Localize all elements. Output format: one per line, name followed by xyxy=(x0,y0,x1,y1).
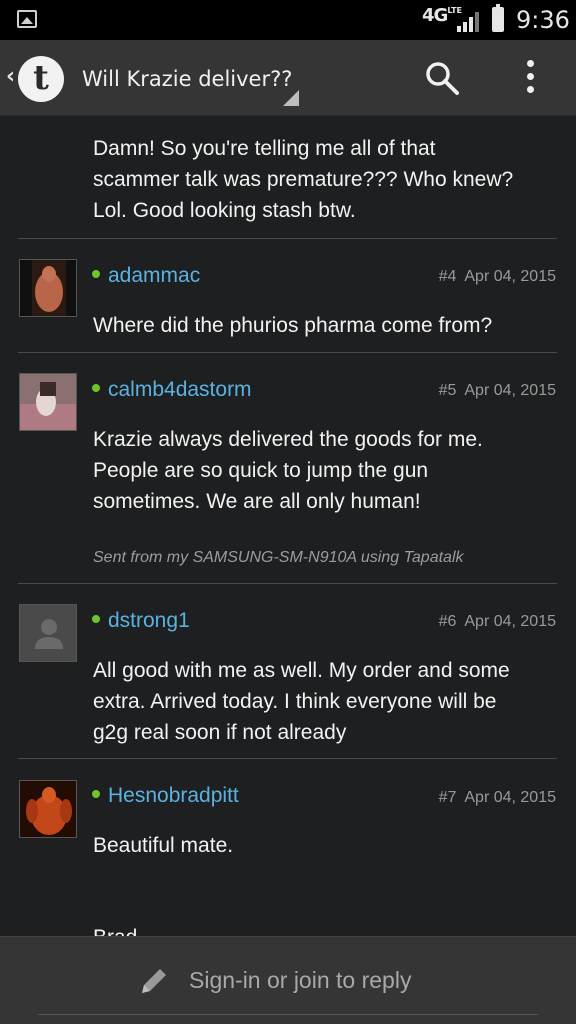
battery-icon xyxy=(492,4,504,32)
search-icon[interactable] xyxy=(424,60,460,96)
post-line: Beautiful mate. xyxy=(93,834,234,857)
post-line: Where did the phurios pharma come from? xyxy=(93,314,493,337)
post-author[interactable]: calmb4dastorm xyxy=(92,378,252,402)
post-author[interactable]: adammac xyxy=(92,264,200,288)
post-date: Apr 04, 2015 xyxy=(464,268,556,285)
post-line: Damn! So you're telling me all of that xyxy=(93,137,436,160)
post-number: #6 xyxy=(438,613,457,630)
avatar[interactable] xyxy=(19,780,77,838)
post-number: #5 xyxy=(438,382,457,399)
avatar[interactable] xyxy=(19,373,77,431)
author-name[interactable]: calmb4dastorm xyxy=(108,378,252,401)
post-divider xyxy=(18,583,557,584)
post-line: g2g real soon if not already xyxy=(93,721,347,744)
tapatalk-logo[interactable]: t xyxy=(18,56,64,102)
online-status-dot xyxy=(92,790,100,799)
avatar[interactable] xyxy=(19,259,77,317)
post-meta: #5 Apr 04, 2015 xyxy=(439,382,556,400)
post-meta: #6 Apr 04, 2015 xyxy=(439,613,556,631)
post-number: #7 xyxy=(438,789,457,806)
clock: 9:36 xyxy=(516,6,570,34)
signal-icon xyxy=(457,12,479,32)
post-author[interactable]: dstrong1 xyxy=(92,609,190,633)
post-body: Beautiful mate. xyxy=(93,830,233,861)
post-body: All good with me as well. My order and s… xyxy=(93,655,510,748)
post-date: Apr 04, 2015 xyxy=(464,789,556,806)
post-divider xyxy=(18,352,557,353)
post-date: Apr 04, 2015 xyxy=(464,382,556,399)
post-line: sometimes. We are all only human! xyxy=(93,490,421,513)
post-line: scammer talk was premature??? Who knew? xyxy=(93,168,514,191)
thread-content: Damn! So you're telling me all of that s… xyxy=(0,116,576,936)
thread-title[interactable]: Will Krazie deliver?? xyxy=(82,67,292,91)
back-chevron-icon[interactable]: ‹ xyxy=(6,64,15,89)
post-divider xyxy=(18,238,557,239)
app-bar: ‹ t Will Krazie deliver?? xyxy=(0,40,576,116)
online-status-dot xyxy=(92,270,100,279)
post-line: extra. Arrived today. I think everyone w… xyxy=(93,690,497,713)
post-number: #4 xyxy=(438,268,457,285)
post-date: Apr 04, 2015 xyxy=(464,613,556,630)
network-type: 4G xyxy=(422,5,448,26)
author-name[interactable]: adammac xyxy=(108,264,200,287)
pencil-icon xyxy=(142,969,166,993)
post-author[interactable]: Hesnobradpitt xyxy=(92,784,239,808)
post-meta: #4 Apr 04, 2015 xyxy=(439,268,556,286)
post-divider xyxy=(18,758,557,759)
author-name[interactable]: dstrong1 xyxy=(108,609,190,632)
overflow-menu-icon[interactable] xyxy=(520,60,540,98)
reply-underline xyxy=(38,1014,538,1015)
status-bar: 4GLTE 9:36 xyxy=(0,0,576,40)
post-body: Krazie always delivered the goods for me… xyxy=(93,424,483,517)
post-line: People are so quick to jump the gun xyxy=(93,459,429,482)
post-line: Lol. Good looking stash btw. xyxy=(93,199,356,222)
post-body: Damn! So you're telling me all of that s… xyxy=(93,133,513,226)
default-avatar-icon xyxy=(35,619,63,649)
online-status-dot xyxy=(92,615,100,624)
online-status-dot xyxy=(92,384,100,393)
avatar[interactable] xyxy=(19,604,77,662)
author-name[interactable]: Hesnobradpitt xyxy=(108,784,239,807)
reply-bar[interactable]: Sign-in or join to reply xyxy=(0,936,576,1024)
dropdown-corner-icon xyxy=(283,90,299,106)
gallery-icon xyxy=(17,10,37,28)
post-line: Krazie always delivered the goods for me… xyxy=(93,428,483,451)
post-line: All good with me as well. My order and s… xyxy=(93,659,510,682)
reply-prompt[interactable]: Sign-in or join to reply xyxy=(189,967,411,994)
post-meta: #7 Apr 04, 2015 xyxy=(439,789,556,807)
post-body: Where did the phurios pharma come from? xyxy=(93,310,492,341)
post-signature-name: Brad xyxy=(93,922,137,936)
post-signature: Sent from my SAMSUNG-SM-N910A using Tapa… xyxy=(93,549,464,566)
